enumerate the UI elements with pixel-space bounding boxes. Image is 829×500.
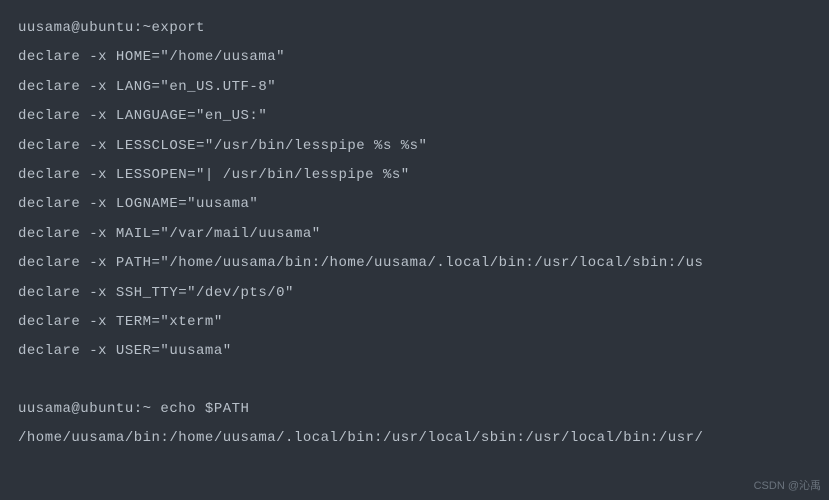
terminal-line: declare -x LESSOPEN="| /usr/bin/lesspipe… [18, 161, 811, 190]
terminal-line: declare -x PATH="/home/uusama/bin:/home/… [18, 249, 811, 278]
terminal-line: declare -x TERM="xterm" [18, 308, 811, 337]
terminal-line: declare -x SSH_TTY="/dev/pts/0" [18, 279, 811, 308]
terminal-line: declare -x USER="uusama" [18, 337, 811, 366]
watermark-text: CSDN @沁禹 [754, 475, 821, 498]
terminal-line: declare -x LANG="en_US.UTF-8" [18, 73, 811, 102]
terminal-output: uusama@ubuntu:~export declare -x HOME="/… [18, 14, 811, 453]
terminal-line: declare -x LESSCLOSE="/usr/bin/lesspipe … [18, 132, 811, 161]
terminal-line: declare -x LOGNAME="uusama" [18, 190, 811, 219]
terminal-blank-line [18, 367, 811, 395]
terminal-line: uusama@ubuntu:~ echo $PATH [18, 395, 811, 424]
terminal-line: /home/uusama/bin:/home/uusama/.local/bin… [18, 424, 811, 453]
terminal-line: declare -x HOME="/home/uusama" [18, 43, 811, 72]
terminal-line: declare -x MAIL="/var/mail/uusama" [18, 220, 811, 249]
terminal-line: declare -x LANGUAGE="en_US:" [18, 102, 811, 131]
terminal-line: uusama@ubuntu:~export [18, 14, 811, 43]
